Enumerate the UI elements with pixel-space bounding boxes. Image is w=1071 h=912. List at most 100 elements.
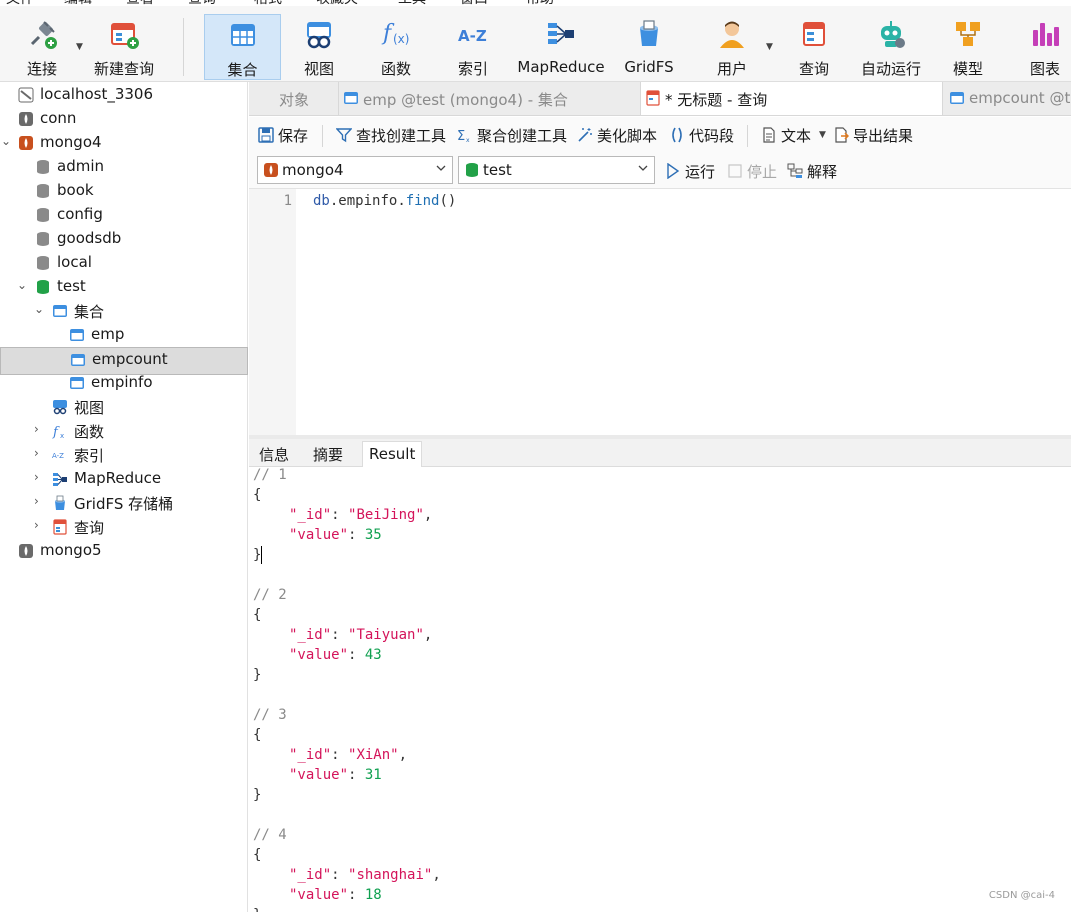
function-button[interactable]: f (x) 函数 [364, 14, 428, 80]
view-button[interactable]: 视图 [288, 14, 350, 80]
tree-item-book[interactable]: book [0, 179, 248, 203]
tab-info[interactable]: 信息 [253, 441, 295, 467]
tab-summary[interactable]: 摘要 [307, 441, 349, 467]
tree-item-views[interactable]: 视图 [0, 395, 248, 419]
gridfs-button[interactable]: GridFS [620, 14, 678, 80]
automation-button[interactable]: 自动运行 [858, 14, 924, 80]
user-label: 用户 [716, 60, 747, 78]
svg-text:A-Z: A-Z [52, 452, 64, 460]
run-button[interactable]: 运行 [665, 161, 715, 181]
tree-item-localhost-3306[interactable]: localhost_3306 [0, 83, 248, 107]
collapse-chevron-icon[interactable]: › [34, 518, 46, 534]
expand-chevron-icon[interactable]: ⌄ [34, 302, 46, 318]
connection-select[interactable]: mongo4 [257, 156, 453, 184]
tab-objects[interactable]: 对象 [249, 82, 339, 115]
tree-item-collections[interactable]: ⌄ 集合 [0, 299, 248, 323]
code-snippet-button[interactable]: 代码段 [669, 125, 734, 145]
database-select[interactable]: test [458, 156, 655, 184]
tree-item-queries[interactable]: › 查询 [0, 515, 248, 539]
tree-label: 集合 [74, 303, 105, 321]
tree-item-mongo5[interactable]: mongo5 [0, 539, 248, 563]
explain-label: 解释 [807, 163, 838, 181]
tree-item-functions[interactable]: › fx 函数 [0, 419, 248, 443]
tree-item-indexes[interactable]: › A-Z 索引 [0, 443, 248, 467]
function-label: 函数 [380, 60, 411, 78]
result-doc-header: // 4 [253, 827, 287, 847]
tree-item-local[interactable]: local [0, 251, 248, 275]
tree-item-mongo4[interactable]: ⌄ mongo4 [0, 131, 248, 155]
result-pane[interactable]: // 1{"_id": "BeiJing", "value": 35}// 2{"… [249, 467, 1071, 912]
find-builder-button[interactable]: 查找创建工具 [336, 125, 446, 145]
play-icon [667, 163, 680, 179]
database-active-icon [37, 280, 49, 294]
gridfs-bucket-icon [640, 20, 658, 46]
beautify-button[interactable]: 美化脚本 [577, 125, 657, 145]
tree-item-admin[interactable]: admin [0, 155, 248, 179]
expand-chevron-icon[interactable]: ⌄ [17, 278, 29, 294]
code-method-token: find [405, 193, 440, 209]
line-number: 1 [283, 193, 292, 209]
plug-icon [30, 21, 57, 49]
result-close-brace: } [253, 907, 261, 912]
tree-label: admin [57, 157, 104, 175]
chevron-down-icon [436, 165, 446, 171]
close-brace: } [253, 907, 261, 912]
aggregate-builder-button[interactable]: Σx 聚合创建工具 [457, 125, 567, 145]
comma: , [423, 627, 433, 643]
mapreduce-button[interactable]: MapReduce [516, 14, 606, 80]
query-editor[interactable]: db.empinfo.find() [296, 189, 1071, 435]
connect-dropdown-caret-icon[interactable]: ▼ [76, 42, 83, 52]
tab-untitled-query[interactable]: * 无标题 - 查询 [641, 82, 943, 115]
result-doc-header: // 3 [253, 707, 287, 727]
user-button[interactable]: 用户 [700, 14, 764, 80]
open-brace: { [253, 487, 262, 503]
robot-icon [881, 21, 905, 48]
mongo-connection-icon [264, 163, 278, 177]
id-key: "_id" [289, 507, 332, 523]
expand-chevron-icon[interactable]: ⌄ [1, 134, 13, 150]
value-number: 18 [364, 887, 382, 903]
connect-button[interactable]: 连接 [10, 14, 74, 80]
save-button[interactable]: 保存 [258, 125, 308, 145]
id-value: "Taiyuan" [348, 627, 424, 643]
explain-tree-icon [787, 163, 803, 178]
text-cursor [261, 546, 262, 564]
tree-item-emp[interactable]: emp [0, 323, 248, 347]
index-label: 索引 [457, 60, 488, 78]
text-mode-button[interactable]: 文本 [761, 125, 811, 145]
tab-result[interactable]: Result [362, 441, 423, 467]
collapse-chevron-icon[interactable]: › [34, 422, 46, 438]
tree-item-empinfo[interactable]: empinfo [0, 371, 248, 395]
new-query-button[interactable]: 新建查询 [88, 14, 160, 80]
svg-text:f: f [52, 425, 60, 439]
tree-item-goodsdb[interactable]: goodsdb [0, 227, 248, 251]
chart-button[interactable]: 图表 [1018, 14, 1071, 80]
tree-item-gridfs[interactable]: › GridFS 存储桶 [0, 491, 248, 515]
query-button[interactable]: 查询 [784, 14, 844, 80]
tree-item-mapreduce[interactable]: › MapReduce [0, 467, 248, 491]
collection-button[interactable]: 集合 [204, 14, 281, 80]
close-brace: } [253, 787, 262, 803]
result-close-brace: } [253, 787, 261, 807]
result-open-brace: { [253, 607, 261, 627]
tree-label: MapReduce [74, 469, 162, 487]
user-dropdown-caret-icon[interactable]: ▼ [766, 42, 773, 52]
tree-item-test[interactable]: ⌄ test [0, 275, 248, 299]
collapse-chevron-icon[interactable]: › [34, 494, 46, 510]
tab-empcount-collection[interactable]: empcount @test [943, 82, 1071, 115]
export-results-label: 导出结果 [853, 127, 914, 145]
export-results-button[interactable]: 导出结果 [833, 125, 913, 145]
tree-item-conn[interactable]: conn [0, 107, 248, 131]
collapse-chevron-icon[interactable]: › [34, 470, 46, 486]
tree-item-config[interactable]: config [0, 203, 248, 227]
tab-emp-collection[interactable]: emp @test (mongo4) - 集合 [339, 82, 641, 115]
collection-table-icon [71, 354, 85, 366]
stop-button[interactable]: 停止 [727, 161, 777, 181]
model-button[interactable]: 模型 [940, 14, 996, 80]
explain-button[interactable]: 解释 [787, 161, 837, 181]
value-key: "value" [289, 647, 349, 663]
text-mode-dropdown-caret-icon[interactable]: ▼ [819, 130, 826, 140]
collapse-chevron-icon[interactable]: › [34, 446, 46, 462]
query-icon [53, 519, 67, 535]
index-button[interactable]: A-Z 索引 [442, 14, 504, 80]
